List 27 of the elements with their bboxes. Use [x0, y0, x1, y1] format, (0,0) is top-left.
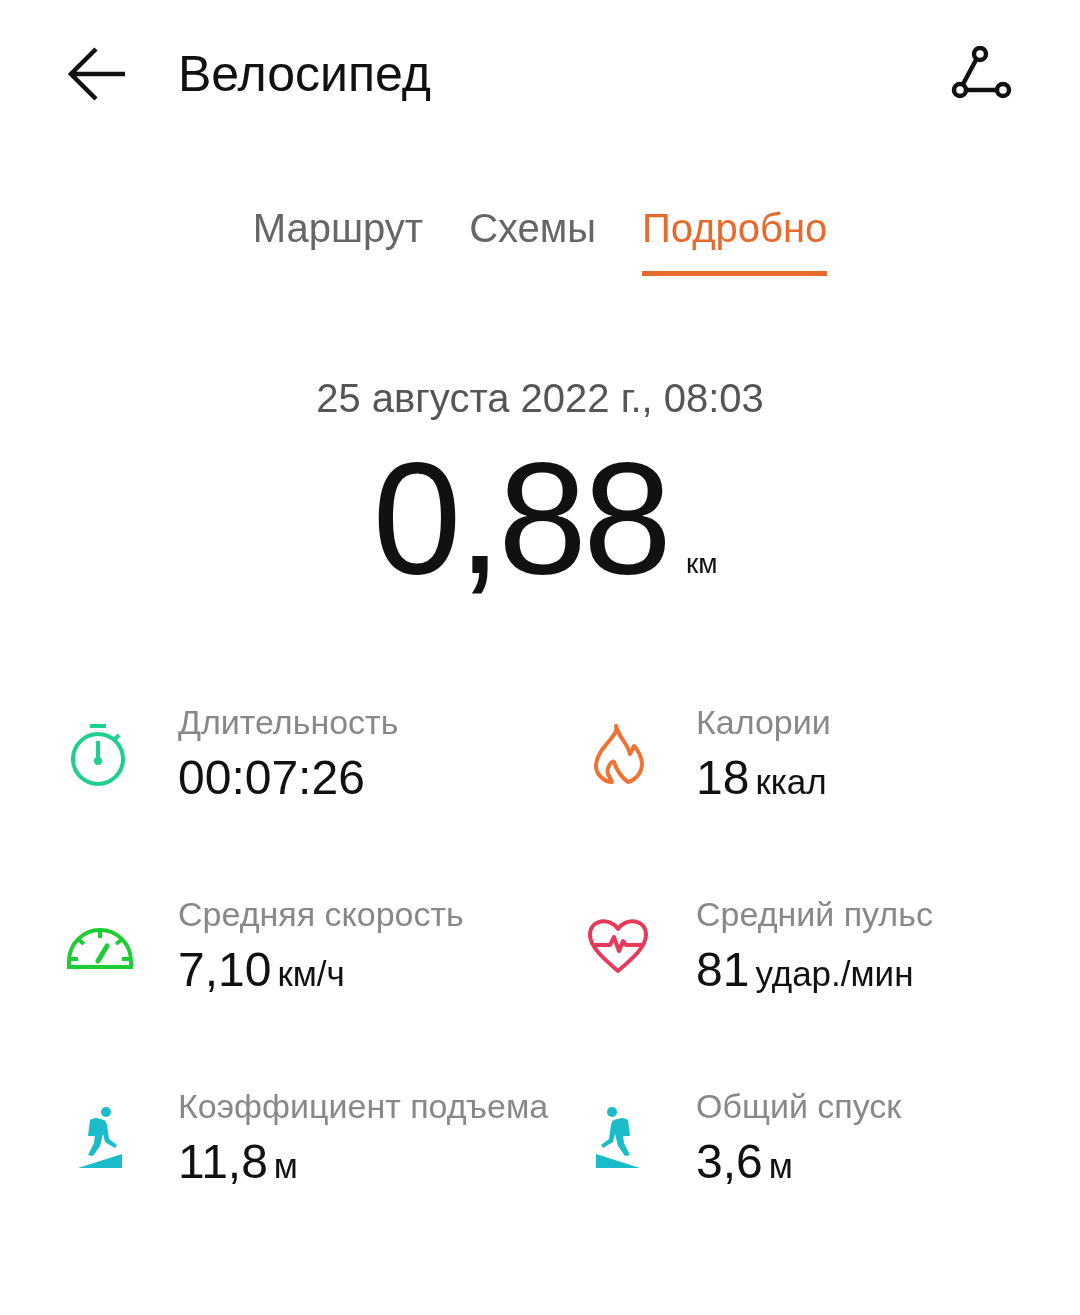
stat-label: Средняя скорость	[178, 895, 464, 934]
stat-unit: ккал	[755, 762, 827, 802]
page-title: Велосипед	[178, 45, 432, 103]
back-arrow-icon	[68, 46, 128, 102]
stat-unit: м	[273, 1146, 298, 1186]
stat-value: 3,6	[696, 1134, 763, 1189]
back-button[interactable]	[68, 46, 128, 102]
stat-label: Средний пульс	[696, 895, 933, 934]
distance-unit: км	[685, 548, 718, 580]
stat-unit: м	[768, 1146, 793, 1186]
stat-value: 00:07:26	[178, 750, 365, 805]
tab[interactable]: Маршрут	[252, 190, 424, 276]
stat-value: 81	[696, 942, 750, 997]
stat-unit: удар./мин	[755, 954, 914, 994]
stat-value: 11,8	[178, 1134, 268, 1189]
stat-value: 7,10	[178, 942, 272, 997]
tab[interactable]: Подробно	[642, 190, 828, 276]
distance-value: 0,88	[372, 443, 668, 593]
stat-label: Длительность	[178, 703, 399, 742]
tab[interactable]: Схемы	[469, 190, 597, 276]
heart-pulse-icon	[586, 917, 650, 975]
stat-label: Коэффициент подъема	[178, 1087, 549, 1126]
stat-label: Калории	[696, 703, 831, 742]
stat-unit: км/ч	[277, 954, 345, 994]
stat-label: Общий спуск	[696, 1087, 902, 1126]
workout-date: 25 августа 2022 г., 08:03	[316, 376, 764, 421]
stat-value: 18	[696, 750, 750, 805]
